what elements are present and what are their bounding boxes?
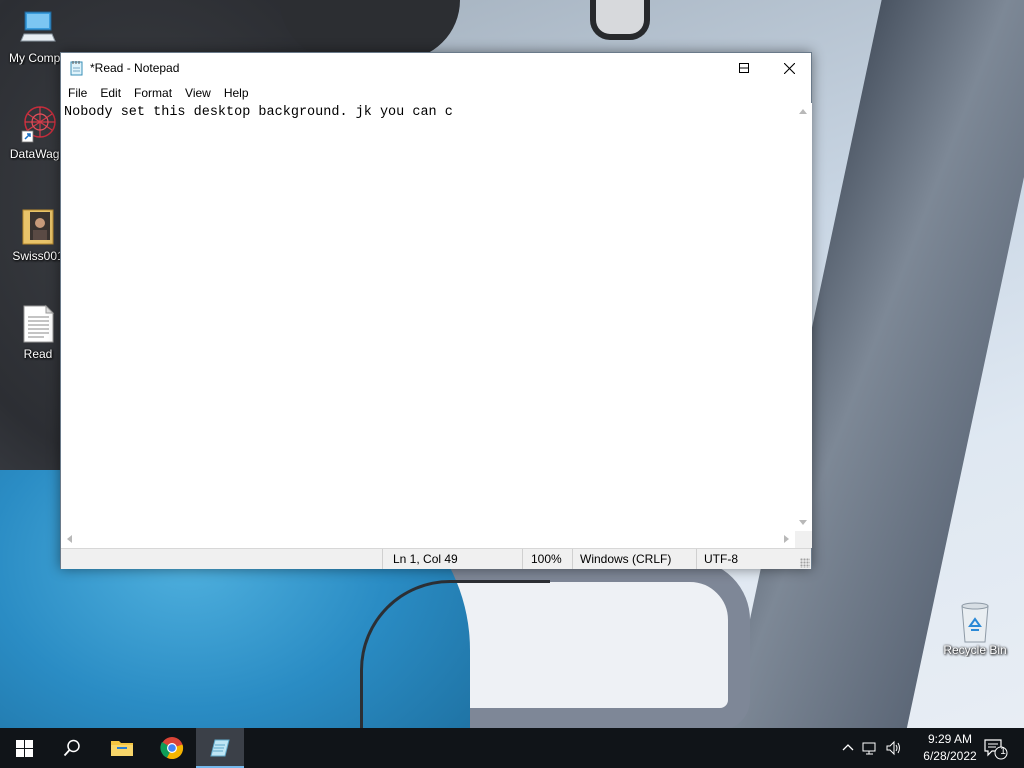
taskbar-chrome[interactable] [148, 728, 196, 768]
menu-file[interactable]: File [63, 83, 92, 103]
taskbar-file-explorer[interactable] [98, 728, 146, 768]
shortcut-app-icon [20, 104, 56, 144]
start-button[interactable] [0, 728, 48, 768]
recycle-bin-icon [957, 600, 993, 643]
notification-badge: 1 [1000, 746, 1006, 757]
title-bar[interactable]: *Read - Notepad [61, 53, 811, 83]
maximize-button[interactable] [721, 53, 767, 83]
menu-bar: File Edit Format View Help [61, 83, 811, 103]
menu-edit[interactable]: Edit [95, 83, 126, 103]
status-cursor-position: Ln 1, Col 49 [382, 549, 522, 569]
resize-grip-icon[interactable] [800, 558, 810, 568]
search-button[interactable] [48, 728, 96, 768]
scrollbar-corner [795, 531, 812, 548]
close-icon [783, 62, 795, 74]
clock-time: 9:29 AM [927, 732, 973, 746]
scroll-right-icon[interactable] [784, 535, 789, 543]
computer-icon [20, 8, 56, 48]
notepad-window[interactable]: *Read - Notepad File Edit Format View He… [60, 52, 812, 569]
window-title: *Read - Notepad [90, 61, 180, 75]
vertical-scrollbar[interactable] [795, 103, 812, 531]
scroll-up-icon[interactable] [799, 109, 807, 114]
scroll-left-icon[interactable] [67, 535, 72, 543]
taskbar: 9:29 AM 6/28/2022 1 [0, 728, 1024, 768]
taskbar-notepad[interactable] [196, 728, 244, 768]
menu-format[interactable]: Format [129, 83, 177, 103]
status-bar: Ln 1, Col 49 100% Windows (CRLF) UTF-8 [61, 548, 811, 569]
clock-date: 6/28/2022 [923, 749, 977, 763]
scroll-down-icon[interactable] [799, 520, 807, 525]
image-file-icon [20, 206, 56, 246]
maximize-icon [739, 63, 749, 73]
notepad-icon [210, 739, 230, 757]
search-icon [63, 739, 80, 757]
horizontal-scrollbar[interactable] [61, 531, 795, 548]
volume-icon[interactable] [886, 740, 902, 756]
start-icon [15, 739, 33, 757]
desktop-icon-recycle-bin[interactable]: Recycle Bin [937, 600, 1013, 657]
chevron-up-icon[interactable] [840, 740, 856, 756]
status-encoding: UTF-8 [696, 549, 811, 569]
file-explorer-icon [111, 741, 133, 756]
text-file-icon [20, 304, 56, 344]
close-button[interactable] [766, 53, 812, 83]
network-icon[interactable] [862, 740, 878, 756]
clock[interactable]: 9:29 AM 6/28/2022 [908, 731, 992, 765]
status-line-endings: Windows (CRLF) [572, 549, 696, 569]
menu-view[interactable]: View [180, 83, 216, 103]
text-editor-area[interactable]: Nobody set this desktop background. jk y… [61, 103, 795, 531]
notepad-icon [70, 60, 84, 76]
status-zoom: 100% [522, 549, 572, 569]
chrome-icon [160, 737, 184, 760]
menu-help[interactable]: Help [219, 83, 254, 103]
notification-center-button[interactable]: 1 [984, 738, 1008, 760]
